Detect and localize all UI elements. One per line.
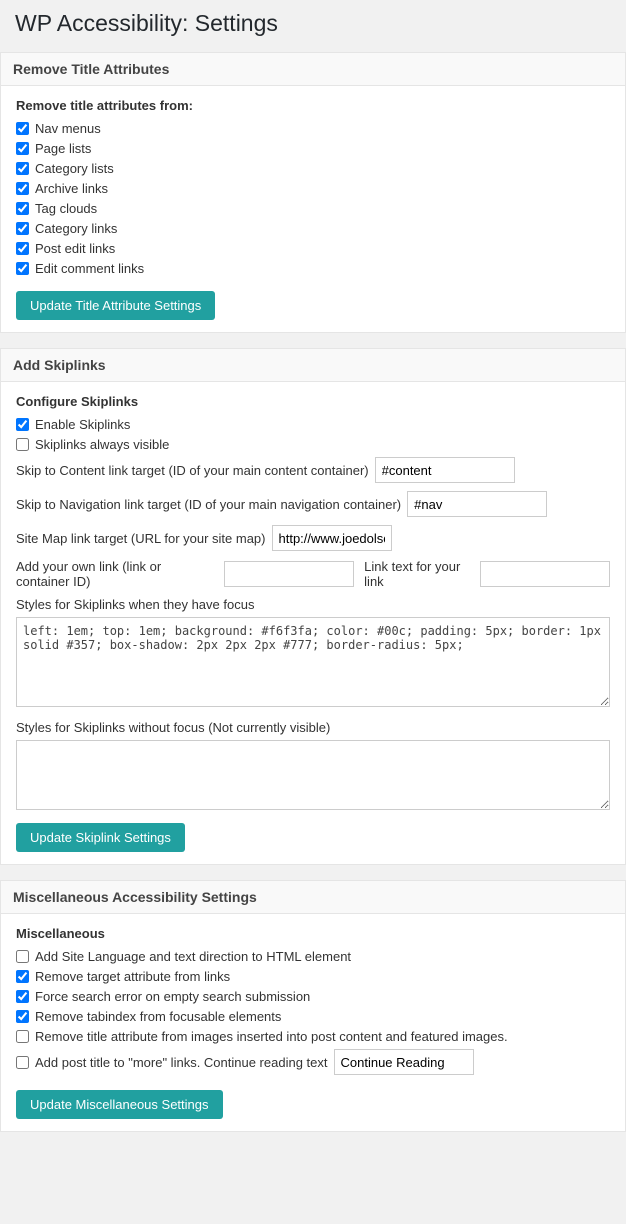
add-site-language-checkbox[interactable] xyxy=(16,950,29,963)
remove-target-checkbox[interactable] xyxy=(16,970,29,983)
enable-skiplinks-label: Enable Skiplinks xyxy=(35,417,130,432)
checkbox-category-lists: Category lists xyxy=(16,161,610,176)
checkbox-archive-links: Archive links xyxy=(16,181,610,196)
nav-menus-label: Nav menus xyxy=(35,121,101,136)
skiplinks-body: Configure Skiplinks Enable Skiplinks Ski… xyxy=(1,382,625,864)
category-links-checkbox[interactable] xyxy=(16,222,29,235)
update-title-button[interactable]: Update Title Attribute Settings xyxy=(16,291,215,320)
checkbox-skiplinks-always-visible: Skiplinks always visible xyxy=(16,437,610,452)
add-site-language-label: Add Site Language and text direction to … xyxy=(35,949,351,964)
site-map-row: Site Map link target (URL for your site … xyxy=(16,525,610,551)
miscellaneous-subheader: Miscellaneous xyxy=(16,926,610,941)
category-links-label: Category links xyxy=(35,221,117,236)
nav-menus-checkbox[interactable] xyxy=(16,122,29,135)
focus-style-label: Styles for Skiplinks when they have focu… xyxy=(16,597,610,612)
skiplinks-subheader: Configure Skiplinks xyxy=(16,394,610,409)
post-edit-links-label: Post edit links xyxy=(35,241,115,256)
site-map-input[interactable] xyxy=(272,525,392,551)
force-search-error-checkbox[interactable] xyxy=(16,990,29,1003)
skip-nav-row: Skip to Navigation link target (ID of yo… xyxy=(16,491,610,517)
category-lists-checkbox[interactable] xyxy=(16,162,29,175)
skiplinks-section: Add Skiplinks Configure Skiplinks Enable… xyxy=(0,348,626,865)
add-post-title-label: Add post title to "more" links. Continue… xyxy=(35,1055,328,1070)
category-lists-label: Category lists xyxy=(35,161,114,176)
add-post-title-checkbox[interactable] xyxy=(16,1056,29,1069)
miscellaneous-body: Miscellaneous Add Site Language and text… xyxy=(1,914,625,1131)
update-skiplink-button[interactable]: Update Skiplink Settings xyxy=(16,823,185,852)
skiplinks-header: Add Skiplinks xyxy=(1,349,625,382)
enable-skiplinks-checkbox[interactable] xyxy=(16,418,29,431)
checkbox-post-edit-links: Post edit links xyxy=(16,241,610,256)
checkbox-tag-clouds: Tag clouds xyxy=(16,201,610,216)
own-link-row: Add your own link (link or container ID)… xyxy=(16,559,610,589)
miscellaneous-section: Miscellaneous Accessibility Settings Mis… xyxy=(0,880,626,1132)
add-post-title-row: Add post title to "more" links. Continue… xyxy=(16,1049,610,1075)
checkbox-force-search-error: Force search error on empty search submi… xyxy=(16,989,610,1004)
post-edit-links-checkbox[interactable] xyxy=(16,242,29,255)
miscellaneous-header: Miscellaneous Accessibility Settings xyxy=(1,881,625,914)
focus-style-textarea[interactable]: left: 1em; top: 1em; background: #f6f3fa… xyxy=(16,617,610,707)
continue-reading-input[interactable] xyxy=(334,1049,474,1075)
link-text-input[interactable] xyxy=(480,561,610,587)
archive-links-checkbox[interactable] xyxy=(16,182,29,195)
checkbox-edit-comment-links: Edit comment links xyxy=(16,261,610,276)
no-focus-style-label: Styles for Skiplinks without focus (Not … xyxy=(16,720,610,735)
skip-nav-input[interactable] xyxy=(407,491,547,517)
skip-nav-label: Skip to Navigation link target (ID of yo… xyxy=(16,497,401,512)
remove-tabindex-checkbox[interactable] xyxy=(16,1010,29,1023)
page-lists-label: Page lists xyxy=(35,141,91,156)
own-link-input[interactable] xyxy=(224,561,354,587)
checkbox-page-lists: Page lists xyxy=(16,141,610,156)
remove-title-header: Remove Title Attributes xyxy=(1,53,625,86)
checkbox-enable-skiplinks: Enable Skiplinks xyxy=(16,417,610,432)
remove-title-body: Remove title attributes from: Nav menus … xyxy=(1,86,625,332)
remove-title-subheader: Remove title attributes from: xyxy=(16,98,610,113)
skip-content-label: Skip to Content link target (ID of your … xyxy=(16,463,369,478)
tag-clouds-label: Tag clouds xyxy=(35,201,97,216)
force-search-error-label: Force search error on empty search submi… xyxy=(35,989,310,1004)
checkbox-remove-title-images: Remove title attribute from images inser… xyxy=(16,1029,610,1044)
remove-tabindex-label: Remove tabindex from focusable elements xyxy=(35,1009,281,1024)
remove-title-section: Remove Title Attributes Remove title att… xyxy=(0,52,626,333)
page-title: WP Accessibility: Settings xyxy=(0,0,626,52)
tag-clouds-checkbox[interactable] xyxy=(16,202,29,215)
link-text-label: Link text for your link xyxy=(364,559,470,589)
no-focus-style-textarea[interactable] xyxy=(16,740,610,810)
skiplinks-always-visible-label: Skiplinks always visible xyxy=(35,437,169,452)
remove-target-label: Remove target attribute from links xyxy=(35,969,230,984)
edit-comment-links-label: Edit comment links xyxy=(35,261,144,276)
checkbox-remove-tabindex: Remove tabindex from focusable elements xyxy=(16,1009,610,1024)
checkbox-add-site-language: Add Site Language and text direction to … xyxy=(16,949,610,964)
remove-title-images-label: Remove title attribute from images inser… xyxy=(35,1029,508,1044)
remove-title-images-checkbox[interactable] xyxy=(16,1030,29,1043)
page-lists-checkbox[interactable] xyxy=(16,142,29,155)
checkbox-remove-target: Remove target attribute from links xyxy=(16,969,610,984)
archive-links-label: Archive links xyxy=(35,181,108,196)
own-link-label: Add your own link (link or container ID) xyxy=(16,559,214,589)
edit-comment-links-checkbox[interactable] xyxy=(16,262,29,275)
checkbox-nav-menus: Nav menus xyxy=(16,121,610,136)
site-map-label: Site Map link target (URL for your site … xyxy=(16,531,266,546)
skiplinks-always-visible-checkbox[interactable] xyxy=(16,438,29,451)
checkbox-category-links: Category links xyxy=(16,221,610,236)
skip-content-row: Skip to Content link target (ID of your … xyxy=(16,457,610,483)
skip-content-input[interactable] xyxy=(375,457,515,483)
update-miscellaneous-button[interactable]: Update Miscellaneous Settings xyxy=(16,1090,223,1119)
